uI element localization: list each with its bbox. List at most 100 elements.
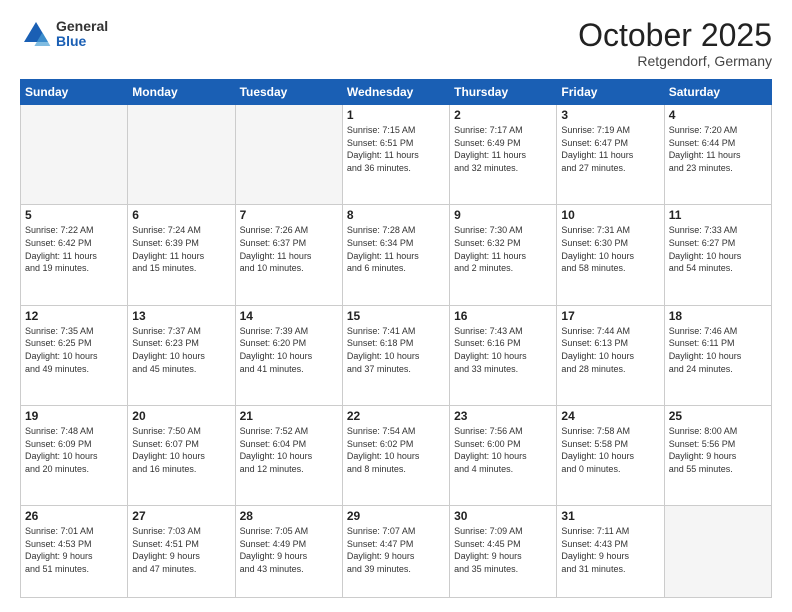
table-row: 10 Sunrise: 7:31 AMSunset: 6:30 PMDayligh…: [557, 205, 664, 305]
day-info: Sunrise: 7:15 AMSunset: 6:51 PMDaylight:…: [347, 124, 445, 174]
calendar-table: Sunday Monday Tuesday Wednesday Thursday…: [20, 79, 772, 598]
table-row: 14Sunrise: 7:39 AMSunset: 6:20 PMDayligh…: [235, 305, 342, 405]
day-number: 26: [25, 509, 123, 523]
day-info: Sunrise: 7:33 AMSunset: 6:27 PMDaylight:…: [669, 224, 767, 274]
col-thursday: Thursday: [450, 80, 557, 105]
table-row: 11Sunrise: 7:33 AMSunset: 6:27 PMDayligh…: [664, 205, 771, 305]
day-number: 17: [561, 309, 659, 323]
day-number: 25: [669, 409, 767, 423]
day-number: 3: [561, 108, 659, 122]
day-info: Sunrise: 7:24 AMSunset: 6:39 PMDaylight:…: [132, 224, 230, 274]
calendar-week-1: 1 Sunrise: 7:15 AMSunset: 6:51 PMDaylight…: [21, 105, 772, 205]
table-row: [235, 105, 342, 205]
col-sunday: Sunday: [21, 80, 128, 105]
table-row: [128, 105, 235, 205]
day-number: 30: [454, 509, 552, 523]
table-row: [664, 506, 771, 598]
col-monday: Monday: [128, 80, 235, 105]
table-row: 19 Sunrise: 7:48 AMSunset: 6:09 PMDayligh…: [21, 405, 128, 505]
day-info: Sunrise: 7:35 AMSunset: 6:25 PMDaylight:…: [25, 325, 123, 375]
day-info: Sunrise: 7:26 AMSunset: 6:37 PMDaylight:…: [240, 224, 338, 274]
day-info: Sunrise: 7:58 AMSunset: 5:58 PMDaylight:…: [561, 425, 659, 475]
day-info: Sunrise: 7:54 AMSunset: 6:02 PMDaylight:…: [347, 425, 445, 475]
day-number: 6: [132, 208, 230, 222]
table-row: 23 Sunrise: 7:56 AMSunset: 6:00 PMDayligh…: [450, 405, 557, 505]
day-number: 2: [454, 108, 552, 122]
calendar-week-3: 12 Sunrise: 7:35 AMSunset: 6:25 PMDayligh…: [21, 305, 772, 405]
day-info: Sunrise: 7:37 AMSunset: 6:23 PMDaylight:…: [132, 325, 230, 375]
day-number: 22: [347, 409, 445, 423]
day-info: Sunrise: 7:11 AMSunset: 4:43 PMDaylight:…: [561, 525, 659, 575]
table-row: 3 Sunrise: 7:19 AMSunset: 6:47 PMDaylight…: [557, 105, 664, 205]
day-number: 7: [240, 208, 338, 222]
page: General Blue October 2025 Retgendorf, Ge…: [0, 0, 792, 612]
day-number: 8: [347, 208, 445, 222]
day-info: Sunrise: 7:56 AMSunset: 6:00 PMDaylight:…: [454, 425, 552, 475]
day-number: 31: [561, 509, 659, 523]
month-title: October 2025: [578, 18, 772, 53]
day-info: Sunrise: 7:03 AMSunset: 4:51 PMDaylight:…: [132, 525, 230, 575]
day-info: Sunrise: 7:30 AMSunset: 6:32 PMDaylight:…: [454, 224, 552, 274]
table-row: 28 Sunrise: 7:05 AMSunset: 4:49 PMDayligh…: [235, 506, 342, 598]
table-row: 1 Sunrise: 7:15 AMSunset: 6:51 PMDaylight…: [342, 105, 449, 205]
day-number: 9: [454, 208, 552, 222]
day-info: Sunrise: 7:44 AMSunset: 6:13 PMDaylight:…: [561, 325, 659, 375]
logo-blue-text: Blue: [56, 34, 108, 49]
day-info: Sunrise: 7:48 AMSunset: 6:09 PMDaylight:…: [25, 425, 123, 475]
col-tuesday: Tuesday: [235, 80, 342, 105]
day-number: 10: [561, 208, 659, 222]
table-row: 17 Sunrise: 7:44 AMSunset: 6:13 PMDayligh…: [557, 305, 664, 405]
day-info: Sunrise: 7:07 AMSunset: 4:47 PMDaylight:…: [347, 525, 445, 575]
day-number: 24: [561, 409, 659, 423]
table-row: 6 Sunrise: 7:24 AMSunset: 6:39 PMDaylight…: [128, 205, 235, 305]
day-info: Sunrise: 7:01 AMSunset: 4:53 PMDaylight:…: [25, 525, 123, 575]
table-row: 30Sunrise: 7:09 AMSunset: 4:45 PMDayligh…: [450, 506, 557, 598]
table-row: 27Sunrise: 7:03 AMSunset: 4:51 PMDayligh…: [128, 506, 235, 598]
table-row: 13 Sunrise: 7:37 AMSunset: 6:23 PMDayligh…: [128, 305, 235, 405]
table-row: 20 Sunrise: 7:50 AMSunset: 6:07 PMDayligh…: [128, 405, 235, 505]
day-number: 1: [347, 108, 445, 122]
day-number: 18: [669, 309, 767, 323]
day-number: 28: [240, 509, 338, 523]
calendar-week-2: 5 Sunrise: 7:22 AMSunset: 6:42 PMDaylight…: [21, 205, 772, 305]
day-info: Sunrise: 7:41 AMSunset: 6:18 PMDaylight:…: [347, 325, 445, 375]
day-info: Sunrise: 7:19 AMSunset: 6:47 PMDaylight:…: [561, 124, 659, 174]
day-number: 4: [669, 108, 767, 122]
day-number: 13: [132, 309, 230, 323]
day-number: 29: [347, 509, 445, 523]
table-row: 24 Sunrise: 7:58 AMSunset: 5:58 PMDayligh…: [557, 405, 664, 505]
table-row: 29 Sunrise: 7:07 AMSunset: 4:47 PMDayligh…: [342, 506, 449, 598]
table-row: 2 Sunrise: 7:17 AMSunset: 6:49 PMDaylight…: [450, 105, 557, 205]
day-info: Sunrise: 7:52 AMSunset: 6:04 PMDaylight:…: [240, 425, 338, 475]
table-row: 15 Sunrise: 7:41 AMSunset: 6:18 PMDayligh…: [342, 305, 449, 405]
day-info: Sunrise: 7:39 AMSunset: 6:20 PMDaylight:…: [240, 325, 338, 375]
day-number: 23: [454, 409, 552, 423]
day-number: 19: [25, 409, 123, 423]
day-number: 20: [132, 409, 230, 423]
location-subtitle: Retgendorf, Germany: [578, 53, 772, 69]
table-row: 9 Sunrise: 7:30 AMSunset: 6:32 PMDaylight…: [450, 205, 557, 305]
day-number: 5: [25, 208, 123, 222]
day-info: Sunrise: 7:43 AMSunset: 6:16 PMDaylight:…: [454, 325, 552, 375]
table-row: 16Sunrise: 7:43 AMSunset: 6:16 PMDayligh…: [450, 305, 557, 405]
day-info: Sunrise: 7:05 AMSunset: 4:49 PMDaylight:…: [240, 525, 338, 575]
title-area: October 2025 Retgendorf, Germany: [578, 18, 772, 69]
day-info: Sunrise: 7:22 AMSunset: 6:42 PMDaylight:…: [25, 224, 123, 274]
calendar-week-4: 19 Sunrise: 7:48 AMSunset: 6:09 PMDayligh…: [21, 405, 772, 505]
day-info: Sunrise: 7:31 AMSunset: 6:30 PMDaylight:…: [561, 224, 659, 274]
table-row: 22 Sunrise: 7:54 AMSunset: 6:02 PMDayligh…: [342, 405, 449, 505]
day-info: Sunrise: 7:20 AMSunset: 6:44 PMDaylight:…: [669, 124, 767, 174]
day-info: Sunrise: 7:28 AMSunset: 6:34 PMDaylight:…: [347, 224, 445, 274]
day-info: Sunrise: 8:00 AMSunset: 5:56 PMDaylight:…: [669, 425, 767, 475]
day-number: 21: [240, 409, 338, 423]
table-row: 18Sunrise: 7:46 AMSunset: 6:11 PMDayligh…: [664, 305, 771, 405]
col-friday: Friday: [557, 80, 664, 105]
table-row: [21, 105, 128, 205]
day-info: Sunrise: 7:50 AMSunset: 6:07 PMDaylight:…: [132, 425, 230, 475]
calendar-week-5: 26 Sunrise: 7:01 AMSunset: 4:53 PMDayligh…: [21, 506, 772, 598]
day-info: Sunrise: 7:17 AMSunset: 6:49 PMDaylight:…: [454, 124, 552, 174]
logo: General Blue: [20, 18, 108, 50]
table-row: 26 Sunrise: 7:01 AMSunset: 4:53 PMDayligh…: [21, 506, 128, 598]
day-number: 15: [347, 309, 445, 323]
day-number: 12: [25, 309, 123, 323]
